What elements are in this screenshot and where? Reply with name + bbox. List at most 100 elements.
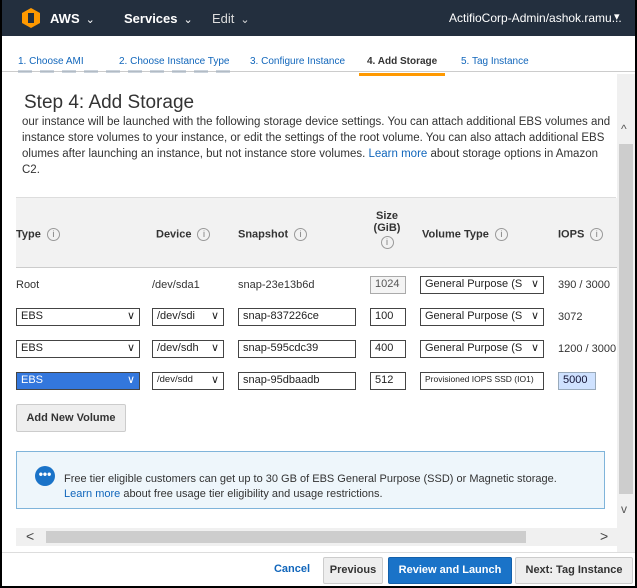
header-volume-type: Volume Type i [422, 228, 508, 241]
table-row: Root /dev/sda1 snap-23e13b6d 1024 Genera… [16, 274, 617, 304]
info-icon[interactable]: i [380, 236, 394, 249]
add-new-volume-button[interactable]: Add New Volume [16, 404, 126, 432]
volume-type-select[interactable]: General Purpose (S ∨ [420, 340, 544, 358]
chevron-down-icon: ⌄ [240, 14, 250, 26]
select-value: General Purpose (S [425, 342, 523, 354]
tab-add-storage[interactable]: 4. Add Storage [359, 56, 446, 76]
notice-text: Free tier eligible customers can get up … [64, 472, 599, 502]
row-iops: 1200 / 3000 [558, 343, 617, 355]
type-select[interactable]: EBS ∨ [16, 308, 140, 326]
row-iops: 3072 [558, 311, 583, 323]
tab-configure-instance[interactable]: 3. Configure Instance [250, 56, 345, 67]
row-device: /dev/sda1 [152, 279, 200, 291]
review-and-launch-button[interactable]: Review and Launch [388, 557, 512, 584]
tab-choose-instance-type[interactable]: 2. Choose Instance Type [119, 56, 229, 67]
header-device: Device i [156, 228, 211, 241]
tab-tag-instance[interactable]: 5. Tag Instance [461, 56, 529, 67]
chevron-down-icon: ∨ [210, 374, 219, 386]
next-tag-instance-button[interactable]: Next: Tag Instance [515, 557, 633, 584]
info-icon[interactable]: i [197, 228, 211, 241]
type-select[interactable]: EBS ∨ [16, 340, 140, 358]
vertical-scroll-thumb[interactable] [619, 144, 633, 494]
size-input[interactable]: 100 [370, 308, 406, 326]
snapshot-input[interactable]: snap-95dbaadb [238, 372, 356, 390]
account-chevron-icon[interactable]: ▾ [614, 10, 620, 23]
edit-menu[interactable]: Edit ⌄ [212, 11, 250, 26]
select-value: EBS [21, 310, 44, 322]
chat-bubble-icon: ••• [35, 466, 55, 486]
learn-more-link[interactable]: Learn more [368, 148, 427, 160]
wizard-steps: 1. Choose AMI 2. Choose Instance Type 3.… [2, 36, 635, 76]
wizard-steps-overflow [18, 70, 238, 73]
table-row: EBS ∨ /dev/sdi ∨ snap-837226ce 100 General… [16, 306, 617, 336]
row-iops: 390 / 3000 [558, 279, 610, 291]
header-type-label: Type [16, 228, 41, 241]
top-navigation: AWS ⌄ Services ⌄ Edit ⌄ ActifioCorp-Admin/a… [2, 0, 635, 36]
browser-frame: AWS ⌄ Services ⌄ Edit ⌄ ActifioCorp-Admin/a… [2, 0, 635, 586]
scroll-down-icon[interactable]: v [621, 502, 627, 516]
scroll-left-icon[interactable]: < [26, 528, 34, 544]
edit-menu-label: Edit [212, 11, 235, 26]
volume-type-select[interactable]: General Purpose (S ∨ [420, 276, 544, 294]
device-select[interactable]: /dev/sdi ∨ [152, 308, 224, 326]
account-menu[interactable]: ActifioCorp-Admin/ashok.ramu... [449, 11, 622, 25]
header-iops-label: IOPS [558, 228, 585, 241]
horizontal-scrollbar[interactable]: < > [16, 528, 617, 546]
free-tier-notice: ••• Free tier eligible customers can get… [16, 451, 605, 509]
volume-type-select[interactable]: Provisioned IOPS SSD (IO1) [420, 372, 544, 390]
main-content: Step 4: Add Storage our instance will be… [2, 74, 617, 540]
free-tier-learn-more-link[interactable]: Learn more [64, 488, 120, 500]
chevron-down-icon: ∨ [210, 310, 219, 322]
scroll-up-icon[interactable]: ^ [621, 122, 627, 136]
size-input[interactable]: 1024 [370, 276, 406, 294]
page-title: Step 4: Add Storage [24, 92, 195, 113]
info-icon[interactable]: i [494, 228, 508, 241]
chevron-down-icon: ∨ [530, 342, 539, 354]
header-size-label: Size [375, 210, 398, 222]
services-menu-label: Services [124, 11, 178, 26]
select-value: General Purpose (S [425, 278, 523, 290]
chevron-down-icon: ⌄ [183, 14, 193, 26]
iops-input[interactable]: 5000 [558, 372, 596, 390]
services-menu[interactable]: Services ⌄ [124, 11, 193, 26]
size-input[interactable]: 512 [370, 372, 406, 390]
table-row: EBS ∨ /dev/sdd ∨ snap-95dbaadb 512 Provisi… [16, 370, 617, 400]
wizard-footer: Cancel Previous Review and Launch Next: … [2, 552, 635, 586]
select-value: /dev/sdi [157, 310, 195, 322]
type-select[interactable]: EBS ∨ [16, 372, 140, 390]
info-icon[interactable]: i [294, 228, 308, 241]
chevron-down-icon: ∨ [530, 278, 539, 290]
select-value: Provisioned IOPS SSD (IO1) [425, 374, 534, 384]
select-value: EBS [21, 374, 44, 386]
notice-text-main: Free tier eligible customers can get up … [64, 473, 557, 485]
chevron-down-icon: ∨ [530, 310, 539, 322]
header-device-label: Device [156, 228, 192, 241]
horizontal-scroll-thumb[interactable] [46, 531, 526, 543]
header-type: Type i [16, 228, 60, 241]
info-icon[interactable]: i [590, 228, 604, 241]
select-value: /dev/sdd [157, 374, 193, 385]
chevron-down-icon: ∨ [126, 310, 135, 322]
tab-choose-ami[interactable]: 1. Choose AMI [18, 56, 84, 67]
snapshot-input[interactable]: snap-837226ce [238, 308, 356, 326]
snapshot-input[interactable]: snap-595cdc39 [238, 340, 356, 358]
row-snapshot: snap-23e13b6d [238, 279, 315, 291]
notice-text-end: about free usage tier eligibility and us… [120, 488, 383, 500]
volume-type-select[interactable]: General Purpose (S ∨ [420, 308, 544, 326]
scroll-right-icon[interactable]: > [600, 528, 608, 544]
size-input[interactable]: 400 [370, 340, 406, 358]
previous-button[interactable]: Previous [323, 557, 383, 584]
chevron-down-icon: ⌄ [85, 14, 95, 26]
aws-menu[interactable]: AWS ⌄ [50, 11, 95, 26]
chevron-down-icon: ∨ [210, 342, 219, 354]
select-value: /dev/sdh [157, 342, 199, 354]
header-size-unit: (GiB) [373, 222, 401, 234]
aws-logo-icon[interactable] [22, 8, 40, 28]
info-icon[interactable]: i [46, 228, 60, 241]
cancel-button[interactable]: Cancel [270, 557, 314, 584]
vertical-scrollbar[interactable]: ^ v [617, 74, 635, 552]
device-select[interactable]: /dev/sdh ∨ [152, 340, 224, 358]
header-volume-type-label: Volume Type [422, 228, 489, 241]
device-select[interactable]: /dev/sdd ∨ [152, 372, 224, 390]
table-row: EBS ∨ /dev/sdh ∨ snap-595cdc39 400 General… [16, 338, 617, 368]
